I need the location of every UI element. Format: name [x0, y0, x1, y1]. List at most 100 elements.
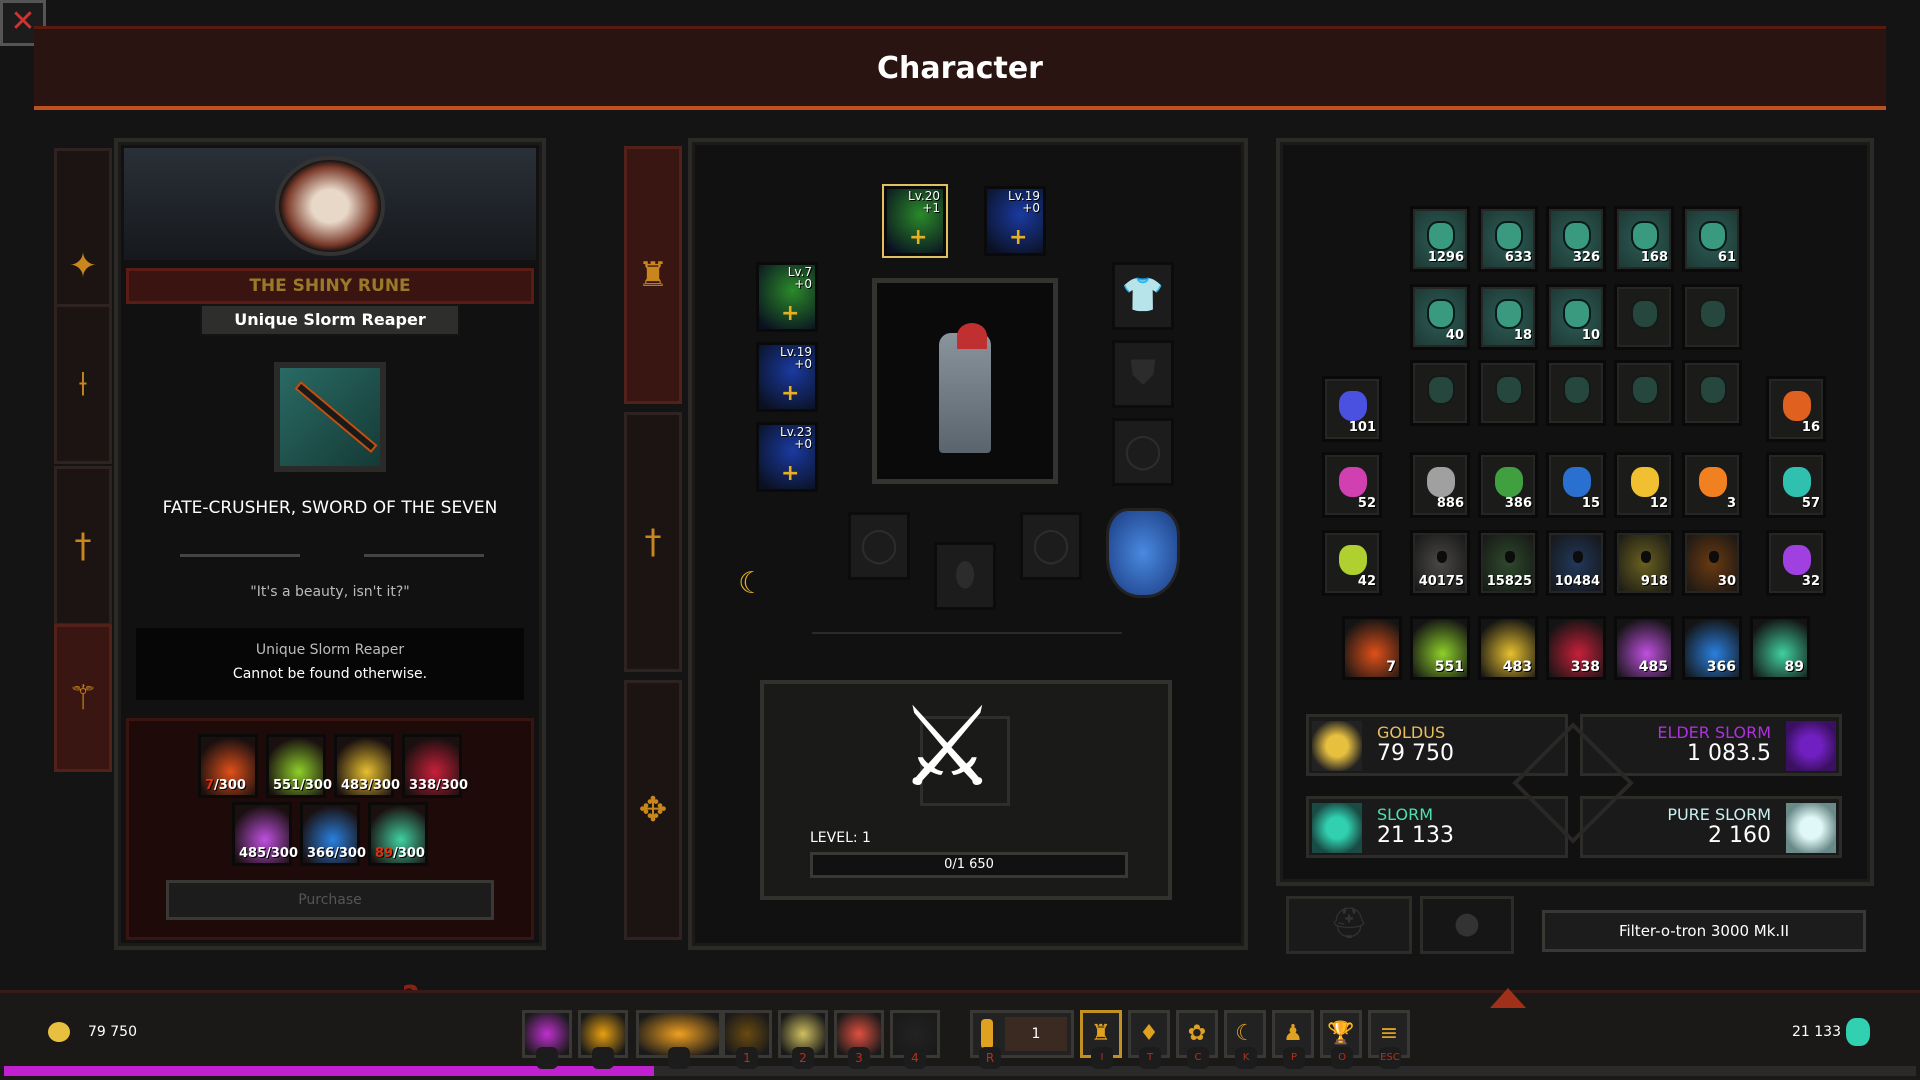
- material-slot[interactable]: 16: [1766, 376, 1826, 442]
- fragment-slot[interactable]: [1614, 360, 1674, 426]
- fragment-slot[interactable]: 1296: [1410, 206, 1470, 272]
- material-slot[interactable]: 30: [1682, 530, 1742, 596]
- shop-name: THE SHINY RUNE: [126, 268, 534, 304]
- menu-button-trophy[interactable]: 🏆 O: [1320, 1010, 1362, 1069]
- dust-icon: [1573, 551, 1583, 563]
- skill-slot-0[interactable]: [522, 1010, 572, 1069]
- potion-slot[interactable]: 1R: [970, 1010, 1074, 1069]
- element-slot[interactable]: 89: [1750, 616, 1810, 680]
- menu-button-inventory-bag[interactable]: ♜ I: [1080, 1010, 1122, 1069]
- equipment-slot-weapon-top-left[interactable]: Lv.20 +1 +: [882, 184, 948, 258]
- material-slot[interactable]: 42: [1322, 530, 1382, 596]
- menu-button-character[interactable]: ✿ C: [1176, 1010, 1218, 1069]
- material-slot[interactable]: 886: [1410, 452, 1470, 518]
- equipment-slot-weapon-top-right[interactable]: Lv.19 +0 +: [984, 186, 1046, 256]
- material-slot[interactable]: 12: [1614, 452, 1674, 518]
- equipment-slot-shoulders[interactable]: Lv.19 +0 +: [756, 342, 818, 412]
- hotkey-label: I: [1091, 1047, 1113, 1069]
- item-upgrade: +0: [1022, 201, 1040, 215]
- skill-slot-3[interactable]: 1: [722, 1010, 772, 1069]
- skill-slot-4[interactable]: 2: [778, 1010, 828, 1069]
- upgrade-plus-icon: +: [781, 381, 800, 406]
- potion-icon: [981, 1019, 993, 1049]
- menu-button-skills-moon[interactable]: ☾ K: [1224, 1010, 1266, 1069]
- fragment-slot[interactable]: [1410, 360, 1470, 426]
- menu-button-menu[interactable]: ≡ ESC: [1368, 1010, 1410, 1069]
- item-count: 483: [1502, 659, 1532, 675]
- fragment-slot[interactable]: [1682, 284, 1742, 350]
- menu-button-people[interactable]: ♟ P: [1272, 1010, 1314, 1069]
- element-slot[interactable]: 483: [1478, 616, 1538, 680]
- fragment-slot[interactable]: 61: [1682, 206, 1742, 272]
- filter-o-tron-button[interactable]: Filter-o-tron 3000 Mk.II: [1542, 910, 1866, 952]
- empty-equipment-slot[interactable]: ⬮: [934, 542, 996, 610]
- helmet-filter-tab[interactable]: ⛑: [1286, 896, 1412, 954]
- hotkey-label: ESC: [1379, 1047, 1401, 1069]
- skill-slot-6[interactable]: 4: [890, 1010, 940, 1069]
- element-slot[interactable]: 7: [1342, 616, 1402, 680]
- material-slot[interactable]: 57: [1766, 452, 1826, 518]
- fragment-slot[interactable]: 40: [1410, 284, 1470, 350]
- fragment-slot[interactable]: 168: [1614, 206, 1674, 272]
- fragment-slot[interactable]: [1614, 284, 1674, 350]
- element-slot[interactable]: 485: [1614, 616, 1674, 680]
- item-count: 57: [1801, 496, 1820, 511]
- fragment-slot[interactable]: 18: [1478, 284, 1538, 350]
- empty-equipment-slot[interactable]: ◯: [848, 512, 910, 580]
- fragment-slot[interactable]: 10: [1546, 284, 1606, 350]
- material-slot[interactable]: 10484: [1546, 530, 1606, 596]
- currency-pure-slorm: PURE SLORM 2 160: [1580, 796, 1842, 858]
- material-slot[interactable]: 15: [1546, 452, 1606, 518]
- fragment-slot[interactable]: [1478, 360, 1538, 426]
- material-slot[interactable]: 918: [1614, 530, 1674, 596]
- material-slot[interactable]: 40175: [1410, 530, 1470, 596]
- skill-slot-5[interactable]: 3: [834, 1010, 884, 1069]
- dust-icon: [1505, 551, 1515, 563]
- item-sword-icon[interactable]: [274, 362, 386, 472]
- crystal-icon: [1783, 545, 1811, 575]
- fragment-gem-icon: [1699, 299, 1727, 329]
- center-tab-0[interactable]: ♜: [624, 146, 682, 404]
- fragment-gem-icon: [1427, 221, 1455, 251]
- equipment-slot-helmet[interactable]: Lv.7 +0 +: [756, 262, 818, 332]
- window-title: Character: [877, 51, 1043, 86]
- item-count: 89: [1784, 659, 1804, 675]
- material-slot[interactable]: 386: [1478, 452, 1538, 518]
- expand-arrow-icon[interactable]: [1490, 988, 1526, 1008]
- ring-slot-icon: ◯: [1031, 525, 1071, 565]
- material-slot[interactable]: 52: [1322, 452, 1382, 518]
- empty-equipment-slot[interactable]: 👕: [1112, 262, 1174, 330]
- fragment-slot[interactable]: 326: [1546, 206, 1606, 272]
- empty-equipment-slot[interactable]: ⛊: [1112, 340, 1174, 408]
- helmet-icon: ⛑: [1329, 906, 1369, 941]
- material-slot[interactable]: 32: [1766, 530, 1826, 596]
- material-slot[interactable]: 101: [1322, 376, 1382, 442]
- element-slot[interactable]: 366: [1682, 616, 1742, 680]
- skill-slot-2[interactable]: [636, 1010, 722, 1069]
- menu-button-talent[interactable]: ♦ T: [1128, 1010, 1170, 1069]
- fragment-slot[interactable]: [1546, 360, 1606, 426]
- shard-icon: [1563, 467, 1591, 497]
- item-count: 326: [1572, 250, 1600, 265]
- amulet-shield-icon[interactable]: [1106, 508, 1180, 598]
- empty-equipment-slot[interactable]: ◯: [1112, 418, 1174, 486]
- empty-equipment-slot[interactable]: ◯: [1020, 512, 1082, 580]
- weapon-upgrade-box: ⚔ LEVEL: 1 0/1 650: [760, 680, 1172, 900]
- fragment-slot[interactable]: [1682, 360, 1742, 426]
- element-slot[interactable]: 551: [1410, 616, 1470, 680]
- material-slot[interactable]: 3: [1682, 452, 1742, 518]
- fragment-slot[interactable]: 633: [1478, 206, 1538, 272]
- skill-slot-1[interactable]: [578, 1010, 628, 1069]
- purchase-button[interactable]: Purchase: [166, 880, 494, 920]
- item-upgrade: +0: [794, 277, 812, 291]
- left-tab-3[interactable]: ⚚: [54, 624, 112, 772]
- element-slot[interactable]: 338: [1546, 616, 1606, 680]
- center-tab-1[interactable]: †: [624, 412, 682, 672]
- left-tab-1[interactable]: ⟊: [54, 304, 112, 464]
- equipment-slot-gloves[interactable]: Lv.23 +0 +: [756, 422, 818, 492]
- cost-need: /300: [214, 778, 246, 793]
- material-slot[interactable]: 15825: [1478, 530, 1538, 596]
- drop-filter-tab[interactable]: ●: [1420, 896, 1514, 954]
- left-tab-2[interactable]: †: [54, 466, 112, 626]
- center-tab-2[interactable]: ✥: [624, 680, 682, 940]
